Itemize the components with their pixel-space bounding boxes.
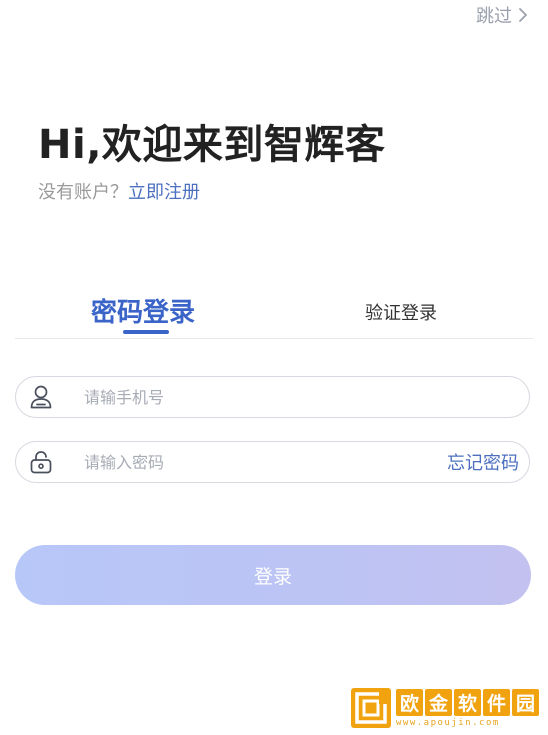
watermark-char: 金 (425, 688, 452, 716)
no-account-text: 没有账户？ (38, 182, 128, 203)
watermark-char: 件 (483, 688, 510, 716)
login-button-label: 登录 (253, 565, 292, 588)
user-icon (30, 385, 52, 409)
watermark: 欧 金 软 件 园 www.apoujin.com (350, 683, 546, 733)
forgot-password-link[interactable]: 忘记密码 (447, 449, 519, 475)
register-link[interactable]: 立即注册 (128, 182, 200, 203)
register-row: 没有账户？立即注册 (38, 178, 200, 204)
active-tab-indicator (123, 330, 169, 334)
tab-code-login[interactable]: 验证登录 (365, 299, 437, 325)
phone-input[interactable] (82, 386, 529, 408)
login-tabs: 密码登录 验证登录 (15, 286, 533, 339)
password-field[interactable]: 忘记密码 (15, 441, 530, 483)
skip-label: 跳过 (476, 6, 512, 27)
skip-button[interactable]: 跳过 (476, 2, 530, 28)
watermark-text: 欧 金 软 件 园 www.apoujin.com (396, 688, 539, 728)
login-button[interactable]: 登录 (15, 545, 531, 605)
tab-password-login[interactable]: 密码登录 (91, 292, 195, 329)
watermark-char: 欧 (396, 688, 423, 716)
watermark-char: 软 (454, 688, 481, 716)
watermark-url: www.apoujin.com (396, 717, 500, 728)
phone-field[interactable] (15, 376, 530, 418)
chevron-right-icon (519, 8, 527, 22)
watermark-logo-icon (351, 688, 391, 728)
watermark-title: 欧 金 软 件 园 (396, 688, 539, 716)
welcome-title: Hi,欢迎来到智辉客 (38, 122, 386, 168)
lock-icon (30, 451, 52, 474)
password-input[interactable] (82, 451, 447, 473)
watermark-char: 园 (512, 688, 539, 716)
